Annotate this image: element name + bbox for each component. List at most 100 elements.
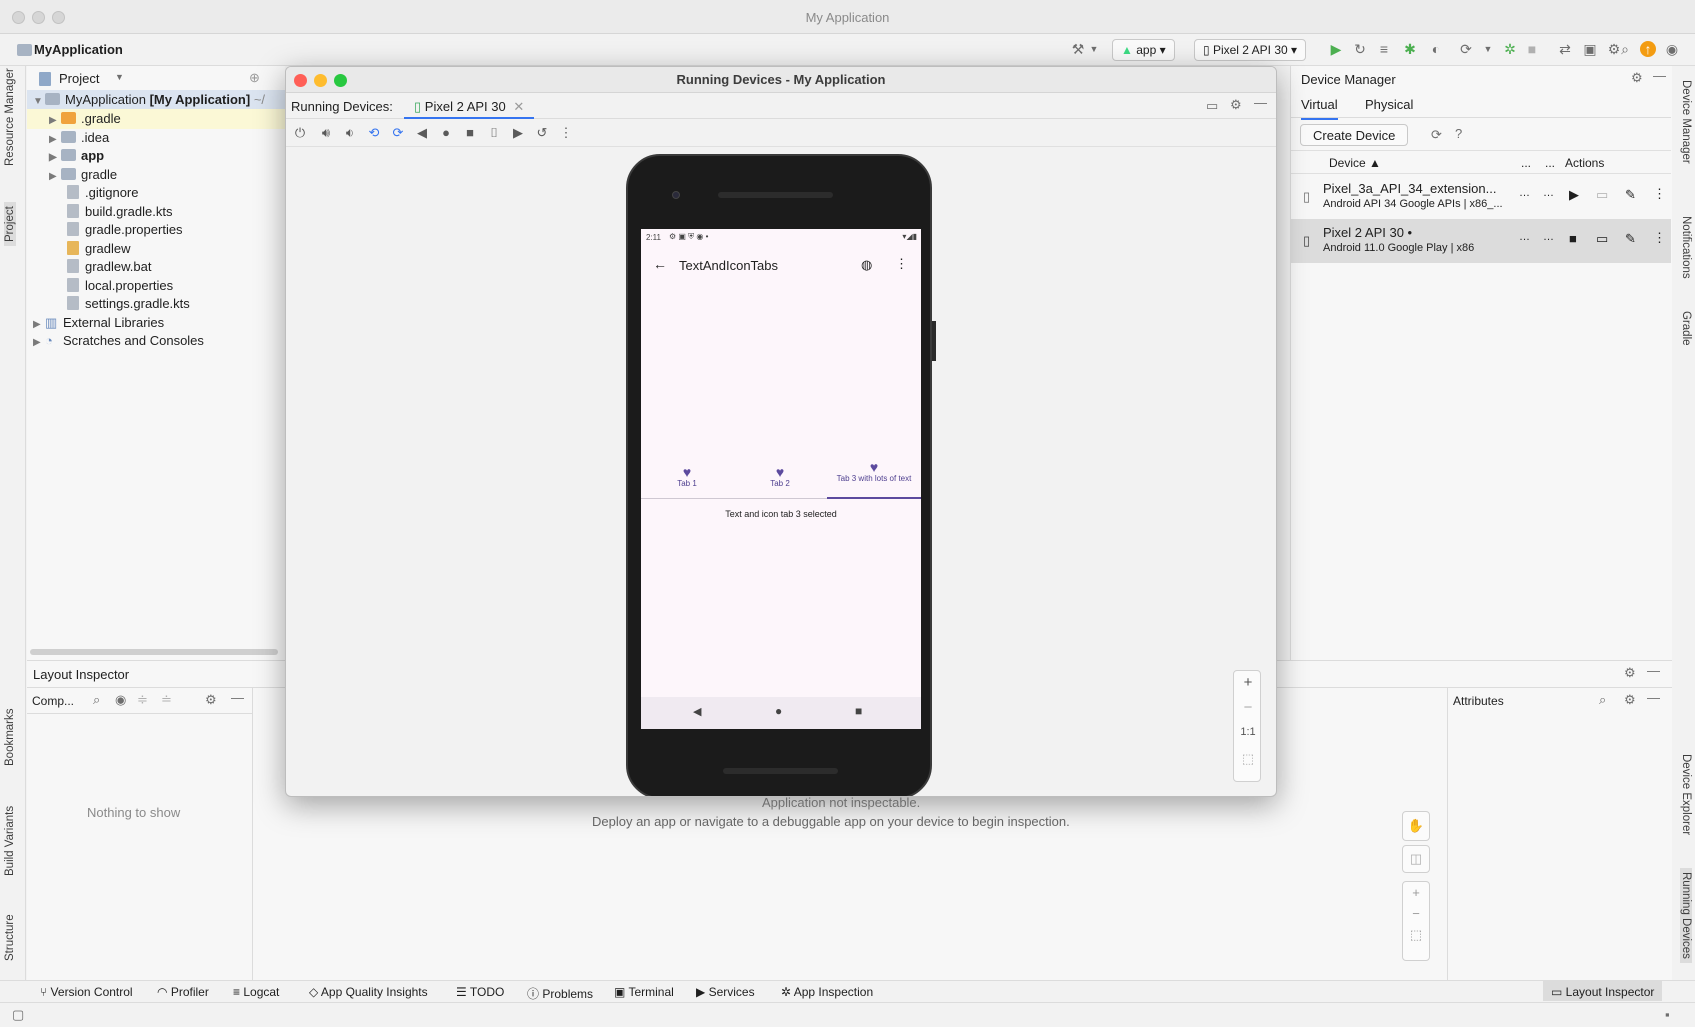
gear-icon[interactable]: ⚙ [205,692,217,708]
folder-open-icon[interactable]: ▭ [1596,187,1608,203]
tab-pixel-2-api-30[interactable]: ▯ Pixel 2 API 30 ✕ [404,93,535,119]
tree-item-gradlew-bat[interactable]: gradlew.bat [27,257,152,277]
column-device[interactable]: Device ▲ [1329,156,1381,170]
help-icon[interactable]: ? [1455,126,1462,141]
edit-icon[interactable]: ✎ [1625,187,1636,203]
fit-screen-icon[interactable]: ⬚ [1403,927,1429,943]
version-control-tool[interactable]: ⑂ Version Control [40,985,133,999]
resource-manager-tool[interactable]: Resource Manager [4,68,16,166]
stop-icon[interactable]: ■ [1569,231,1577,246]
collapse-all-icon[interactable]: ≐ [161,692,172,708]
more-icon[interactable]: … [1519,187,1530,199]
device-row[interactable]: ▯ Pixel_3a_API_34_extension... Android A… [1291,175,1671,219]
zoom-in-icon[interactable]: + [1403,885,1429,900]
tree-item-gitignore[interactable]: .gitignore [27,183,138,203]
profile-icon[interactable]: ◐ [1428,41,1444,57]
panel-toggle-icon[interactable]: ▢ [12,1007,24,1023]
launch-icon[interactable]: ▶ [1569,187,1579,203]
tree-root[interactable]: ▼ MyApplication [My Application] ~/ [27,90,285,110]
hammer-build-icon[interactable]: ⚒ [1070,41,1086,57]
apply-changes-icon[interactable]: ≡ [1376,41,1392,57]
project-view-selector[interactable]: Project [59,71,99,86]
more-actions-icon[interactable]: ⋮ [558,125,574,141]
back-icon[interactable]: ◀ [414,125,430,141]
screen-record-icon[interactable]: ▶ [510,125,526,141]
search-icon[interactable]: ⌕ [1617,41,1633,57]
search-icon[interactable]: ⌕ [1599,692,1606,708]
app-inspection-tool[interactable]: ✲ App Inspection [781,985,873,999]
tree-item-settings-gradle[interactable]: settings.gradle.kts [27,294,190,314]
overflow-menu-icon[interactable]: ⋮ [1653,186,1666,202]
window-mode-icon[interactable]: ▭ [1206,98,1218,114]
sync-gradle-icon[interactable]: ⇄ [1557,41,1573,57]
back-arrow-icon[interactable]: ← [653,256,667,272]
tab-2[interactable]: ♥ Tab 2 [752,465,808,489]
tree-item-scratches[interactable]: ▶ ◔ Scratches and Consoles [27,331,204,351]
device-row-selected[interactable]: ▯ Pixel 2 API 30 • Android 11.0 Google P… [1291,219,1671,263]
notifications-tool[interactable]: Notifications [1680,216,1692,279]
close-tab-icon[interactable]: ✕ [513,99,524,114]
run-icon[interactable]: ▶ [1328,41,1344,57]
nav-back-icon[interactable]: ◀ [693,705,701,718]
eye-icon[interactable]: ◉ [115,692,126,708]
locate-icon[interactable]: ⊕ [249,70,260,86]
services-tool[interactable]: ▶ Services [696,985,755,999]
minimize-icon[interactable]: — [1647,690,1660,705]
layers-icon[interactable]: ◫ [1402,845,1430,873]
actual-size-button[interactable]: 1:1 [1234,726,1262,738]
account-icon[interactable]: ◉ [1664,41,1680,57]
zoom-out-icon[interactable]: − [1234,699,1262,716]
rerun-icon[interactable]: ↻ [1352,41,1368,57]
home-icon[interactable]: ● [438,125,454,140]
create-device-button[interactable]: Create Device [1300,124,1409,146]
refresh-icon[interactable]: ⟳ [1431,127,1442,143]
build-variants-tool[interactable]: Build Variants [4,806,16,876]
update-icon[interactable]: ↑ [1640,41,1656,57]
zoom-in-icon[interactable]: + [1234,674,1262,691]
notification-icon[interactable]: ▪ [1665,1007,1670,1022]
palette-icon[interactable]: ◍ [861,257,872,273]
fit-screen-icon[interactable]: ⬚ [1234,751,1262,767]
device-selector[interactable]: ▯ Pixel 2 API 30 ▾ [1194,39,1307,61]
profiler-tool[interactable]: ◠ Profiler [157,985,209,999]
rotate-right-icon[interactable]: ⟳ [390,125,406,141]
volume-down-icon[interactable]: 🔉︎ [342,125,358,141]
volume-up-icon[interactable]: 🔊︎ [318,125,334,141]
project-tool[interactable]: Project [4,202,16,246]
expand-all-icon[interactable]: ≑ [137,692,148,708]
overflow-menu-icon[interactable]: ⋮ [1653,230,1666,246]
snapshot-icon[interactable]: ↺ [534,125,550,141]
terminal-tool[interactable]: ▣ Terminal [614,985,674,999]
debug-icon[interactable]: ✱ [1402,41,1418,57]
overflow-menu-icon[interactable]: ⋮ [895,256,908,272]
tree-item-idea[interactable]: ▶ .idea [27,128,109,148]
run-config-selector[interactable]: ▲ app ▾ [1112,39,1175,61]
horizontal-scrollbar[interactable] [30,649,278,655]
device-screen[interactable]: 2:11 ⚙ ▣ ⛨ ◉ • ▾◢▮ ← TextAndIconTabs ◍ ⋮… [641,229,921,729]
tab-physical[interactable]: Physical [1365,97,1413,112]
tab-1[interactable]: ♥ Tab 1 [659,465,715,489]
gear-icon[interactable]: ⚙ [1631,70,1643,86]
structure-tool[interactable]: Structure [4,914,16,961]
tree-item-gradle-properties[interactable]: gradle.properties [27,220,183,240]
minimize-icon[interactable]: — [1653,68,1666,83]
power-icon[interactable]: ⏻ [292,125,308,141]
more-icon[interactable]: … [1543,187,1554,199]
layout-inspector-tool[interactable]: ▭ Layout Inspector [1543,981,1663,1001]
running-devices-tool[interactable]: Running Devices [1680,868,1692,963]
bookmarks-tool[interactable]: Bookmarks [4,708,16,766]
tree-item-local-properties[interactable]: local.properties [27,276,173,296]
nav-overview-icon[interactable]: ■ [855,704,862,718]
todo-tool[interactable]: ☰ TODO [456,985,504,999]
search-icon[interactable]: ⌕ [93,692,100,708]
edit-icon[interactable]: ✎ [1625,231,1636,247]
build-dropdown-icon[interactable]: ▼ [1086,41,1102,57]
tree-item-gradlew[interactable]: gradlew [27,239,131,259]
column-size[interactable]: ... [1545,156,1555,170]
stop-icon[interactable]: ■ [1524,41,1540,57]
overview-icon[interactable]: ■ [462,125,478,140]
device-manager-tool[interactable]: Device Manager [1680,80,1692,164]
problems-tool[interactable]: ⓘ Problems [527,985,593,1002]
attach-debugger-icon[interactable]: ⟳ [1458,41,1474,57]
gear-icon[interactable]: ⚙ [1624,692,1636,708]
